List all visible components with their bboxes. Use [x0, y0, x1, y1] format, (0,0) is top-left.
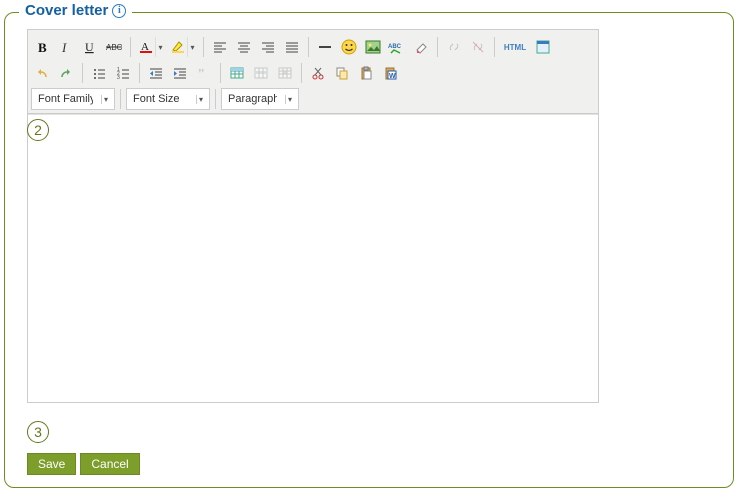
emoticon-button[interactable] [338, 36, 360, 58]
chevron-down-icon: ▾ [101, 95, 110, 104]
redo-button[interactable] [55, 62, 77, 84]
editor-toolbar: B I U ABC A ▾ ▾ [28, 30, 598, 114]
chevron-down-icon: ▾ [285, 95, 294, 104]
html-label: HTML [504, 43, 526, 52]
svg-text:3: 3 [117, 75, 120, 80]
fullscreen-button[interactable] [532, 36, 554, 58]
table-cell-button[interactable] [274, 62, 296, 84]
align-justify-button[interactable] [281, 36, 303, 58]
cover-letter-panel: Cover letter i B I U ABC [4, 12, 734, 488]
blockquote-button[interactable]: ” [193, 62, 215, 84]
font-size-select[interactable]: Font Size ▾ [126, 88, 210, 110]
underline-button[interactable]: U [79, 36, 101, 58]
erase-formatting-button[interactable] [410, 36, 432, 58]
paste-button[interactable] [355, 62, 377, 84]
align-center-button[interactable] [233, 36, 255, 58]
strikethrough-button[interactable]: ABC [103, 36, 125, 58]
html-source-button[interactable]: HTML [500, 36, 530, 58]
separator [220, 63, 221, 83]
svg-text:I: I [61, 40, 67, 54]
paste-word-button[interactable]: W [379, 62, 401, 84]
panel-legend: Cover letter i [19, 2, 132, 19]
link-button[interactable] [443, 36, 465, 58]
separator [82, 63, 83, 83]
paragraph-format-select[interactable]: Paragraph ▾ [221, 88, 299, 110]
panel-title: Cover letter [25, 2, 108, 19]
svg-text:”: ” [198, 67, 204, 80]
save-button[interactable]: Save [27, 453, 76, 475]
editor-content-area[interactable] [28, 114, 598, 402]
separator [120, 89, 121, 109]
separator [308, 37, 309, 57]
text-color-button[interactable]: A ▾ [136, 36, 166, 58]
table-row-button[interactable] [250, 62, 272, 84]
outdent-button[interactable] [145, 62, 167, 84]
toolbar-row-2: 123 ” [31, 60, 595, 86]
action-buttons: Save Cancel [27, 453, 715, 475]
horizontal-rule-button[interactable] [314, 36, 336, 58]
step-badge-2: 2 [27, 119, 49, 141]
separator [203, 37, 204, 57]
chevron-down-icon: ▾ [187, 37, 197, 57]
svg-text:U: U [85, 40, 94, 54]
info-icon[interactable]: i [112, 4, 126, 18]
toolbar-row-3: Font Family ▾ Font Size ▾ Paragraph ▾ [31, 86, 595, 112]
unlink-button[interactable] [467, 36, 489, 58]
toolbar-row-1: B I U ABC A ▾ ▾ [31, 34, 595, 60]
paragraph-format-label: Paragraph [228, 93, 277, 105]
numbered-list-button[interactable]: 123 [112, 62, 134, 84]
undo-button[interactable] [31, 62, 53, 84]
italic-button[interactable]: I [55, 36, 77, 58]
svg-text:W: W [389, 73, 396, 80]
insert-table-button[interactable] [226, 62, 248, 84]
bullet-list-button[interactable] [88, 62, 110, 84]
separator [301, 63, 302, 83]
spellcheck-button[interactable]: ABC [386, 36, 408, 58]
indent-button[interactable] [169, 62, 191, 84]
cut-button[interactable] [307, 62, 329, 84]
align-left-button[interactable] [209, 36, 231, 58]
image-button[interactable] [362, 36, 384, 58]
font-family-label: Font Family [38, 93, 93, 105]
svg-text:ABC: ABC [388, 44, 402, 50]
chevron-down-icon: ▾ [155, 37, 165, 57]
chevron-down-icon: ▾ [196, 95, 205, 104]
separator [130, 37, 131, 57]
separator [494, 37, 495, 57]
bold-button[interactable]: B [31, 36, 53, 58]
font-size-label: Font Size [133, 93, 188, 105]
separator [215, 89, 216, 109]
highlight-button[interactable]: ▾ [168, 36, 198, 58]
separator [437, 37, 438, 57]
copy-button[interactable] [331, 62, 353, 84]
font-family-select[interactable]: Font Family ▾ [31, 88, 115, 110]
svg-text:B: B [38, 40, 47, 54]
align-right-button[interactable] [257, 36, 279, 58]
rich-text-editor: B I U ABC A ▾ ▾ [27, 29, 599, 403]
cancel-button[interactable]: Cancel [80, 453, 139, 475]
separator [139, 63, 140, 83]
step-badge-3: 3 [27, 421, 49, 443]
